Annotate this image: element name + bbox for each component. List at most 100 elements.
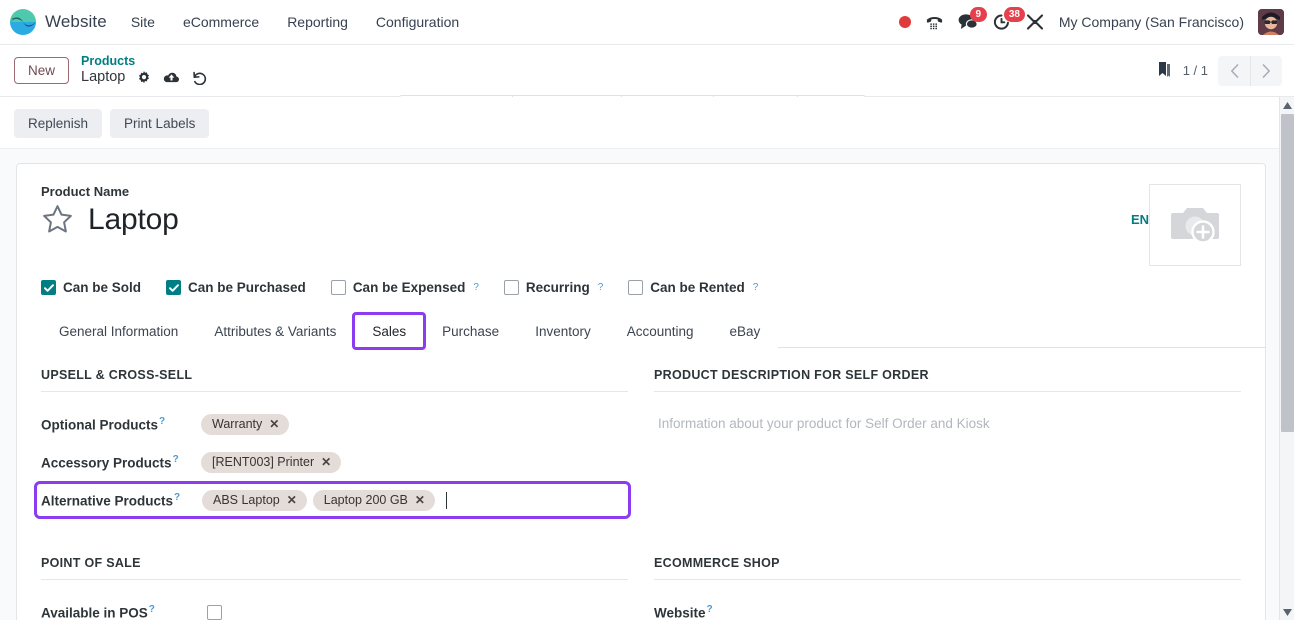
can-be-rented-checkbox[interactable]: [628, 280, 644, 295]
available-in-pos-checkbox[interactable]: [207, 604, 222, 620]
tab-general-information[interactable]: General Information: [41, 314, 197, 348]
favorite-star-icon[interactable]: [41, 204, 74, 235]
vertical-scrollbar[interactable]: [1279, 97, 1294, 620]
can-be-sold-label: Can be Sold: [63, 280, 142, 295]
scrollbar-thumb[interactable]: [1281, 114, 1294, 432]
camera-add-icon: [1169, 200, 1221, 251]
product-image-upload[interactable]: [1149, 184, 1241, 266]
pos-column: POINT OF SALE Available in POS?: [41, 556, 628, 620]
tab-inventory[interactable]: Inventory: [517, 314, 609, 348]
help-icon-recurring[interactable]: ?: [598, 282, 604, 293]
recurring-label: Recurring: [525, 280, 590, 295]
menu-item-configuration[interactable]: Configuration: [374, 10, 461, 34]
alternative-products-input[interactable]: ABS Laptop ✕ Laptop 200 GB ✕: [201, 487, 448, 513]
gear-icon[interactable]: [137, 71, 151, 85]
avatar[interactable]: [1258, 9, 1284, 35]
help-icon-accessory-products[interactable]: ?: [173, 454, 179, 465]
remove-tag-icon[interactable]: ✕: [269, 417, 279, 431]
print-labels-button[interactable]: Print Labels: [110, 109, 210, 138]
flag-can-be-sold[interactable]: Can be Sold: [41, 280, 141, 295]
remove-tag-icon[interactable]: ✕: [287, 493, 297, 507]
activities-count-badge: 38: [1003, 7, 1025, 22]
menu-item-ecommerce[interactable]: eCommerce: [181, 10, 261, 34]
tab-sales[interactable]: Sales: [352, 312, 427, 350]
alternative-products-field[interactable]: ABS Laptop ✕ Laptop 200 GB ✕: [201, 487, 624, 513]
tag-abs-laptop[interactable]: ABS Laptop ✕: [202, 489, 307, 511]
breadcrumb-item-products[interactable]: Products: [81, 54, 207, 69]
breadcrumb: Products Laptop: [81, 54, 207, 87]
flag-recurring[interactable]: Recurring ?: [503, 280, 604, 295]
self-order-description-input[interactable]: Information about your product for Self …: [654, 408, 1241, 431]
field-row-alternative-products[interactable]: Alternative Products? ABS Laptop ✕ Lapto…: [34, 481, 631, 519]
website-label: Website?: [654, 603, 713, 620]
form-sheet: Product Name Laptop EN Can be Sold Can b…: [16, 163, 1266, 620]
recurring-checkbox[interactable]: [503, 280, 519, 295]
tag-laptop-200-gb[interactable]: Laptop 200 GB ✕: [312, 489, 435, 511]
cloud-upload-icon[interactable]: [163, 71, 180, 85]
pager-next-button[interactable]: [1250, 55, 1282, 86]
field-row-available-in-pos: Available in POS?: [41, 596, 628, 620]
can-be-purchased-checkbox[interactable]: [166, 280, 182, 295]
group-title-upsell: UPSELL & CROSS-SELL: [41, 368, 628, 392]
accessory-products-label: Accessory Products?: [41, 453, 179, 471]
pager: 1 / 1: [1155, 55, 1282, 86]
can-be-rented-label: Can be Rented: [650, 280, 745, 295]
can-be-expensed-checkbox[interactable]: [330, 280, 346, 295]
new-button[interactable]: New: [14, 57, 70, 84]
can-be-sold-checkbox[interactable]: [41, 280, 56, 295]
tab-accounting[interactable]: Accounting: [608, 314, 712, 348]
brand-name[interactable]: Website: [45, 12, 107, 32]
product-name-value[interactable]: Laptop: [88, 203, 179, 236]
help-icon-website[interactable]: ?: [707, 604, 713, 615]
flag-can-be-rented[interactable]: Can be Rented ?: [628, 280, 758, 295]
language-selector[interactable]: EN: [1131, 212, 1149, 227]
tag-rent003-printer[interactable]: [RENT003] Printer ✕: [201, 451, 342, 473]
top-navbar: Website Site eCommerce Reporting Configu…: [0, 0, 1294, 45]
company-switcher[interactable]: My Company (San Francisco): [1059, 14, 1244, 30]
left-column: UPSELL & CROSS-SELL Optional Products? W…: [34, 368, 631, 522]
clock-icon[interactable]: 38: [992, 7, 1025, 31]
tab-attributes-variants[interactable]: Attributes & Variants: [196, 314, 355, 348]
control-panel: New Products Laptop 1 / 1: [0, 45, 1294, 135]
menu-item-site[interactable]: Site: [129, 10, 157, 34]
tag-warranty[interactable]: Warranty ✕: [201, 413, 290, 435]
field-row-accessory-products: Accessory Products? [RENT003] Printer ✕: [41, 446, 628, 478]
recording-dot-icon[interactable]: [898, 16, 911, 28]
replenish-button[interactable]: Replenish: [14, 109, 103, 138]
tab-purchase[interactable]: Purchase: [424, 314, 518, 348]
accessory-products-field[interactable]: [RENT003] Printer ✕: [201, 451, 628, 473]
help-icon-can-be-expensed[interactable]: ?: [473, 282, 479, 293]
field-row-website: Website?: [654, 596, 1241, 620]
available-in-pos-field[interactable]: [201, 604, 628, 620]
group-title-point-of-sale: POINT OF SALE: [41, 556, 628, 580]
wrench-icon[interactable]: [1025, 13, 1045, 31]
undo-icon[interactable]: [192, 71, 207, 86]
remove-tag-icon[interactable]: ✕: [321, 455, 331, 469]
help-icon-can-be-rented[interactable]: ?: [753, 282, 759, 293]
tab-ebay[interactable]: eBay: [711, 314, 779, 348]
flag-can-be-purchased[interactable]: Can be Purchased: [166, 280, 306, 295]
optional-products-label: Optional Products?: [41, 415, 166, 433]
record-action-buttons: Replenish Print Labels: [0, 97, 1294, 149]
help-icon-optional-products[interactable]: ?: [159, 416, 165, 427]
pager-count: 1 / 1: [1182, 63, 1208, 78]
chat-bubble-icon[interactable]: 9: [958, 7, 987, 31]
scroll-down-icon[interactable]: [1280, 604, 1294, 620]
help-icon-alternative-products[interactable]: ?: [174, 492, 180, 503]
menu-item-reporting[interactable]: Reporting: [285, 10, 350, 34]
remove-tag-icon[interactable]: ✕: [415, 493, 425, 507]
odoo-logo-icon[interactable]: [8, 7, 38, 37]
bookmark-icon[interactable]: [1155, 61, 1173, 81]
chevron-right-icon: [1262, 63, 1270, 78]
field-row-optional-products: Optional Products? Warranty ✕: [41, 408, 628, 440]
help-icon-available-in-pos[interactable]: ?: [149, 604, 155, 615]
tag-label: Warranty: [212, 416, 263, 431]
phone-icon[interactable]: [925, 13, 944, 31]
scroll-up-icon[interactable]: [1280, 97, 1294, 113]
pager-previous-button[interactable]: [1218, 55, 1250, 86]
group-title-description: PRODUCT DESCRIPTION FOR SELF ORDER: [654, 368, 1241, 392]
optional-products-field[interactable]: Warranty ✕: [201, 413, 628, 435]
main-menu: Site eCommerce Reporting Configuration: [129, 10, 461, 34]
available-in-pos-label: Available in POS?: [41, 603, 155, 620]
flag-can-be-expensed[interactable]: Can be Expensed ?: [330, 280, 479, 295]
